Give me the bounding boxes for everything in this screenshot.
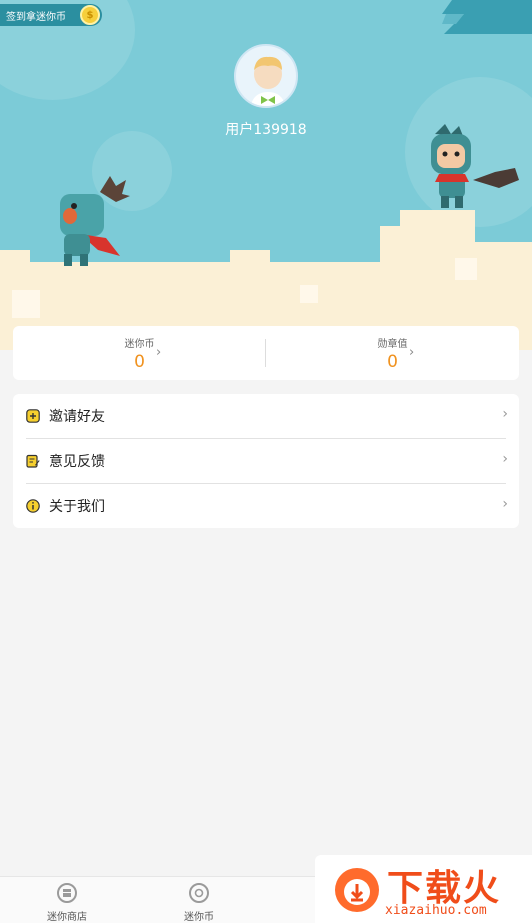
menu-item-invite-friends[interactable]: 邀请好友 › xyxy=(13,394,519,438)
coin-nav-icon xyxy=(189,883,209,903)
menu-item-feedback[interactable]: 意见反馈 › xyxy=(13,439,519,483)
user-avatar-icon xyxy=(250,56,286,106)
nav-item-label: 迷你币 xyxy=(184,912,214,923)
plus-square-icon xyxy=(26,409,40,423)
menu-item-about-us[interactable]: 关于我们 › xyxy=(13,484,519,528)
nav-item-label: 迷你商店 xyxy=(47,912,87,923)
menu-item-label: 意见反馈 xyxy=(49,454,105,470)
coin-icon: $ xyxy=(80,5,100,25)
dinosaur-character xyxy=(60,176,130,266)
username: 用户139918 xyxy=(225,122,307,138)
mini-coin-value: 0 xyxy=(134,351,145,372)
mini-coin-label: 迷你币 xyxy=(124,338,155,350)
stats-card: 迷你币 0 › 勋章值 0 › xyxy=(13,326,519,380)
watermark-domain: xiazaihuo.com xyxy=(385,903,487,918)
medal-stat[interactable]: 勋章值 0 › xyxy=(266,326,519,380)
profile-header: 签到拿迷你币 $ 用户139918 xyxy=(0,0,532,350)
chevron-right-icon: › xyxy=(502,496,508,512)
sign-in-reward-label: 签到拿迷你币 xyxy=(6,11,66,23)
download-flame-icon xyxy=(335,868,379,912)
chevron-right-icon: › xyxy=(502,406,508,422)
shop-icon xyxy=(57,883,77,903)
medal-value: 0 xyxy=(387,351,398,372)
terrain-block xyxy=(455,258,477,280)
watermark-logo: 下载火 xiazaihuo.com xyxy=(315,855,532,923)
chevron-right-icon: › xyxy=(409,345,415,360)
mini-coin-stat[interactable]: 迷你币 0 › xyxy=(13,326,266,380)
medal-label: 勋章值 xyxy=(377,338,408,350)
menu-item-label: 邀请好友 xyxy=(49,409,105,425)
chevron-right-icon: › xyxy=(156,345,162,360)
chevron-right-icon: › xyxy=(502,451,508,467)
nav-item-mini-shop[interactable]: 迷你商店 xyxy=(27,883,107,923)
corner-flag-decoration xyxy=(442,0,532,34)
menu-list: 邀请好友 › 意见反馈 › 关于我们 › xyxy=(13,394,519,528)
avatar[interactable] xyxy=(234,44,298,108)
sign-in-reward-badge[interactable]: 签到拿迷你币 $ xyxy=(0,4,102,26)
feedback-icon xyxy=(26,454,40,468)
nav-item-mini-coin[interactable]: 迷你币 xyxy=(159,883,239,923)
terrain-block xyxy=(300,285,318,303)
info-icon xyxy=(26,499,40,513)
menu-item-label: 关于我们 xyxy=(49,499,105,515)
terrain-block xyxy=(12,290,40,318)
